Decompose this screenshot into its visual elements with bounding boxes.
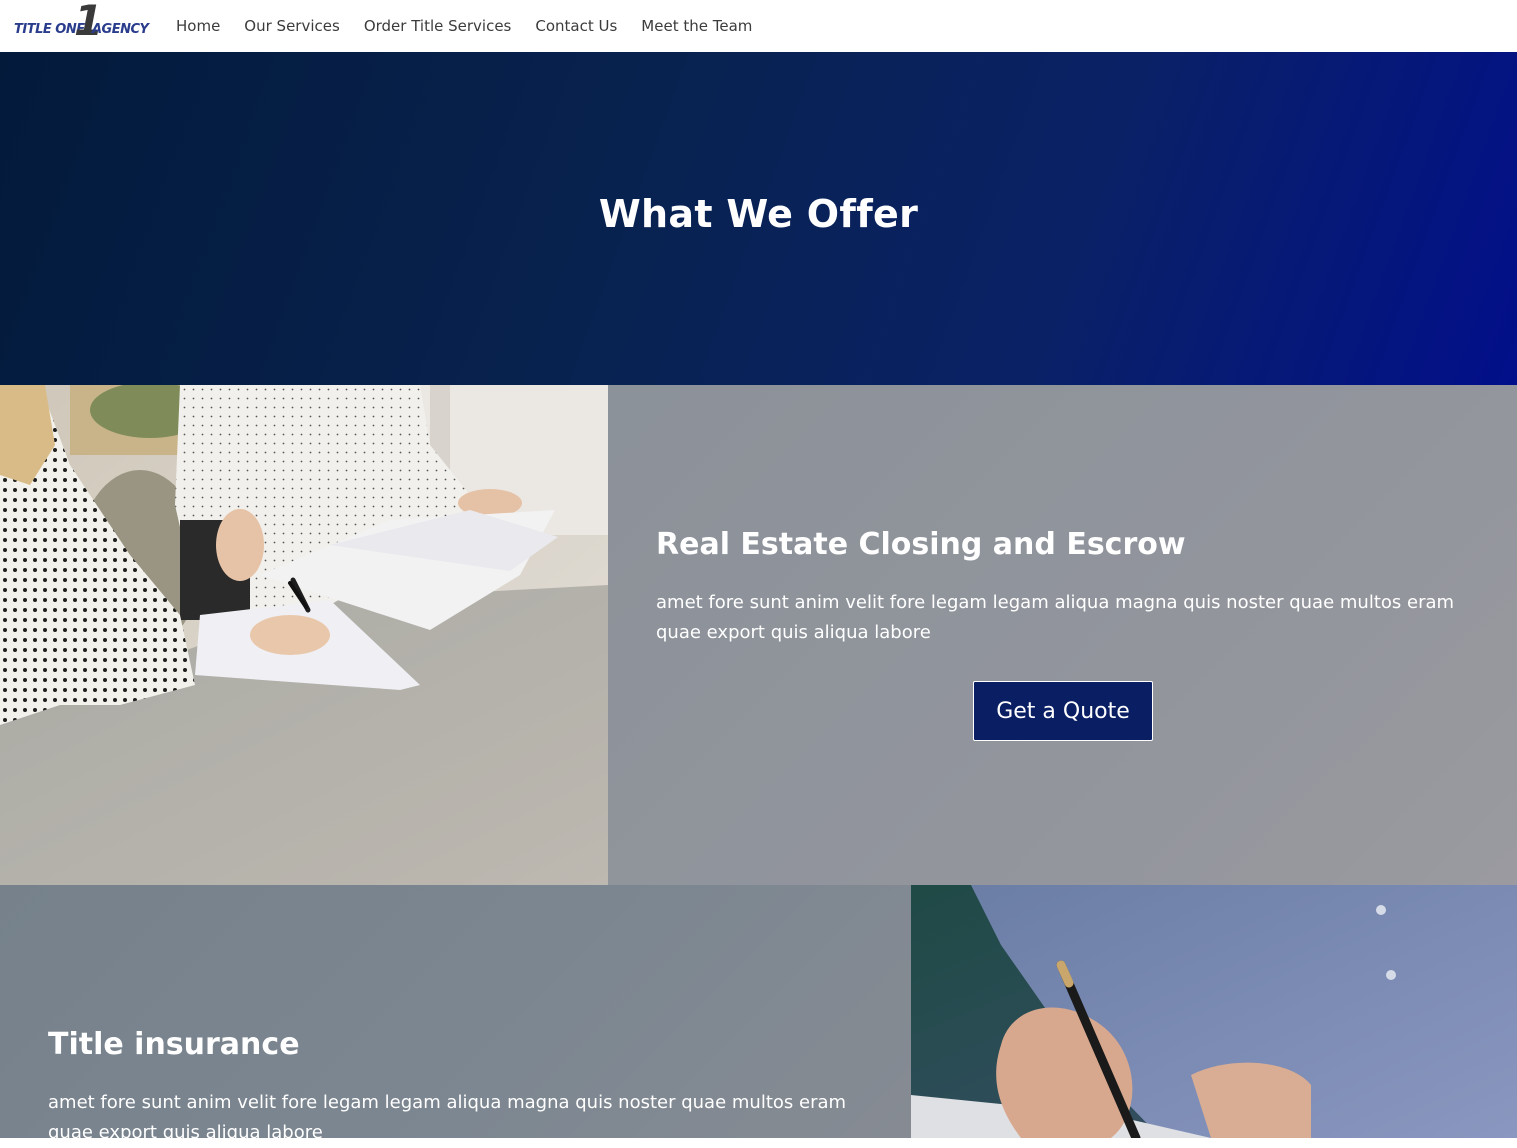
page-title: What We Offer [598, 192, 919, 236]
get-a-quote-button[interactable]: Get a Quote [973, 681, 1153, 741]
service-description: amet fore sunt anim velit fore legam leg… [656, 592, 1455, 643]
signing-document-photo [911, 885, 1517, 1138]
nav-item-order-title-services[interactable]: Order Title Services [364, 17, 512, 35]
service-title: Title insurance [48, 1027, 300, 1062]
main-nav: Home Our Services Order Title Services C… [176, 0, 776, 52]
hero-banner: What We Offer [0, 52, 1517, 385]
site-header: TITLE ONE 1 AGENCY Home Our Services Ord… [0, 0, 1517, 52]
nav-item-contact-us[interactable]: Contact Us [535, 17, 617, 35]
nav-item-meet-the-team[interactable]: Meet the Team [641, 17, 752, 35]
service-title: Real Estate Closing and Escrow [656, 527, 1186, 562]
nav-item-home[interactable]: Home [176, 17, 220, 35]
service-title-insurance: Title insurance amet fore sunt anim veli… [0, 885, 911, 1143]
service-closing-escrow: Real Estate Closing and Escrow amet fore… [608, 385, 1517, 885]
logo-text-right: AGENCY [92, 22, 149, 37]
closing-meeting-photo [0, 385, 608, 885]
nav-item-our-services[interactable]: Our Services [244, 17, 340, 35]
site-logo[interactable]: TITLE ONE 1 AGENCY [14, 0, 154, 48]
service-description: amet fore sunt anim velit fore legam leg… [48, 1092, 847, 1143]
